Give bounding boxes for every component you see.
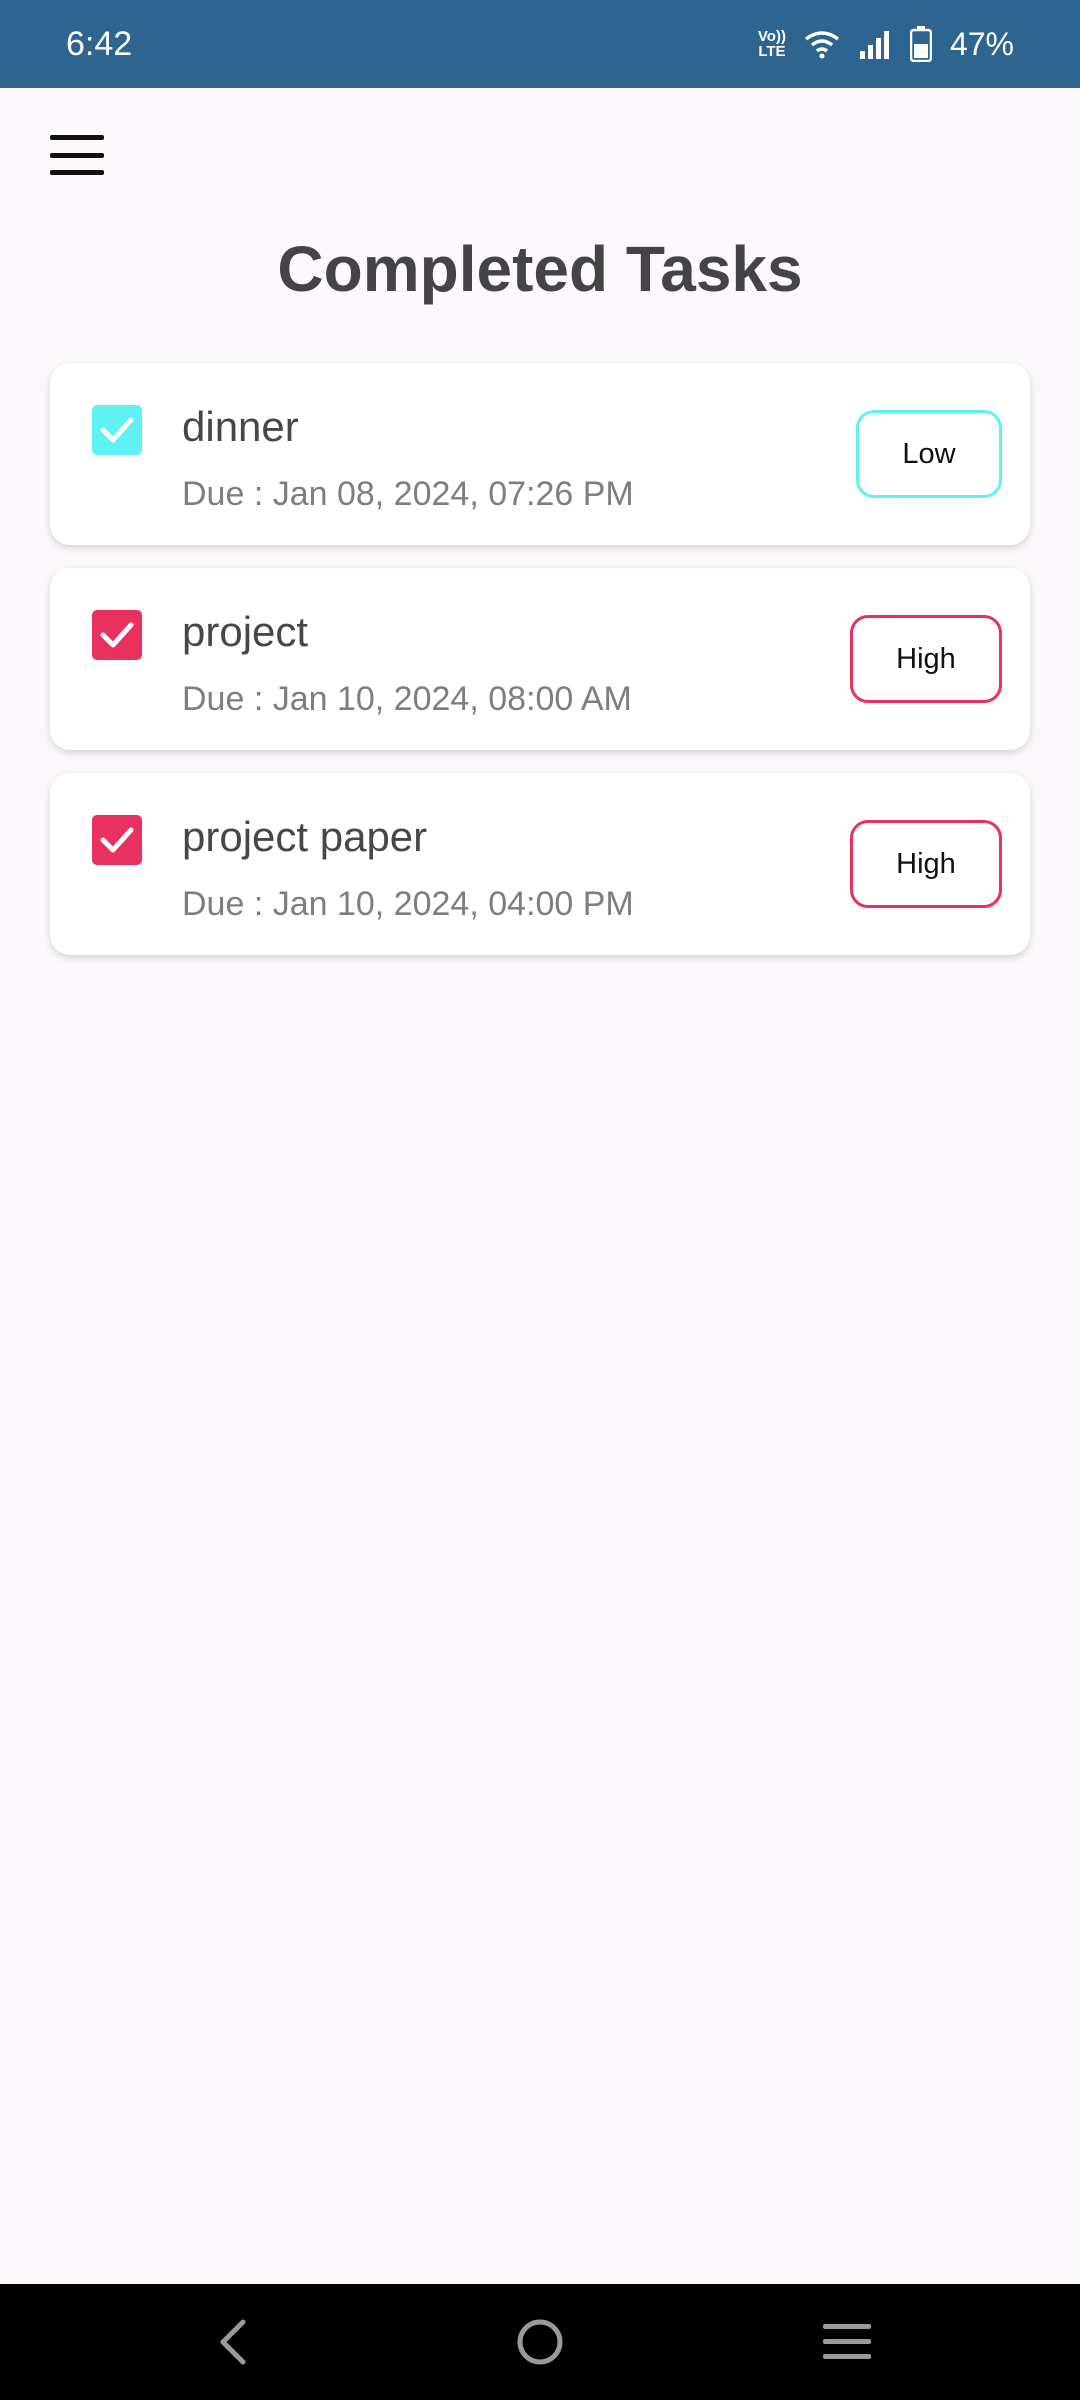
checkmark-icon bbox=[100, 827, 134, 853]
page-title: Completed Tasks bbox=[277, 233, 803, 305]
priority-badge[interactable]: High bbox=[850, 615, 1002, 703]
wifi-icon bbox=[804, 31, 840, 59]
battery-icon bbox=[909, 26, 932, 62]
status-icons: Vo)) LTE 47% bbox=[758, 26, 1014, 63]
checkmark-icon bbox=[100, 622, 134, 648]
task-card[interactable]: dinner Due : Jan 08, 2024, 07:26 PM Low bbox=[50, 363, 1030, 545]
checkmark-icon bbox=[100, 417, 134, 443]
task-list: dinner Due : Jan 08, 2024, 07:26 PM Low … bbox=[50, 363, 1030, 978]
task-card[interactable]: project Due : Jan 10, 2024, 08:00 AM Hig… bbox=[50, 568, 1030, 750]
recents-icon[interactable] bbox=[787, 2302, 907, 2382]
status-bar: 6:42 Vo)) LTE 47% bbox=[0, 0, 1080, 88]
priority-badge[interactable]: Low bbox=[856, 410, 1002, 498]
task-name: project paper bbox=[182, 813, 428, 860]
back-icon[interactable] bbox=[173, 2302, 293, 2382]
priority-badge[interactable]: High bbox=[850, 820, 1002, 908]
task-name: dinner bbox=[182, 403, 299, 450]
task-checkbox[interactable] bbox=[92, 815, 142, 865]
hamburger-menu-icon[interactable] bbox=[50, 135, 104, 175]
volte-icon: Vo)) LTE bbox=[757, 28, 786, 60]
task-card[interactable]: project paper Due : Jan 10, 2024, 04:00 … bbox=[50, 773, 1030, 955]
navigation-bar bbox=[0, 2284, 1080, 2400]
task-checkbox[interactable] bbox=[92, 405, 142, 455]
task-due-date: Due : Jan 08, 2024, 07:26 PM bbox=[182, 475, 634, 513]
task-due-date: Due : Jan 10, 2024, 08:00 AM bbox=[182, 680, 632, 718]
status-time: 6:42 bbox=[66, 24, 133, 63]
home-icon[interactable] bbox=[480, 2302, 600, 2382]
task-due-date: Due : Jan 10, 2024, 04:00 PM bbox=[182, 885, 634, 923]
task-name: project bbox=[182, 608, 309, 655]
signal-icon bbox=[859, 31, 889, 59]
battery-percent: 47% bbox=[949, 25, 1014, 62]
task-checkbox[interactable] bbox=[92, 610, 142, 660]
